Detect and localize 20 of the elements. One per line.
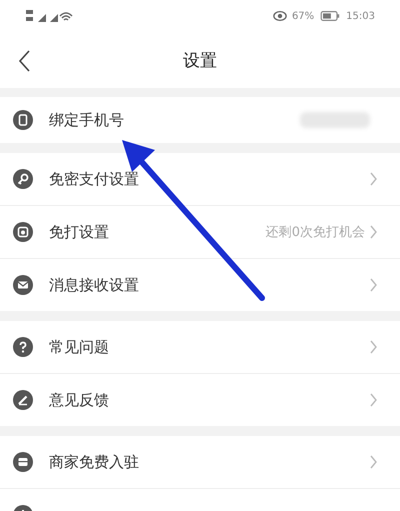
camera-icon: [13, 222, 33, 242]
help-icon: [13, 337, 33, 357]
settings-item[interactable]: 常见问题: [0, 321, 400, 374]
item-value: 还剩0次免打机会: [266, 224, 365, 241]
settings-item[interactable]: 免打设置 还剩0次免打机会: [0, 206, 400, 259]
back-icon: [17, 49, 31, 73]
eye-icon: [272, 9, 287, 23]
settings-item[interactable]: 意见反馈: [0, 374, 400, 426]
settings-item[interactable]: 消息接收设置: [0, 259, 400, 311]
phone-icon: [13, 110, 33, 130]
clock: 15:03: [346, 10, 375, 22]
page-title: 设置: [183, 50, 217, 72]
battery-percent: 67%: [292, 10, 314, 22]
signal-icon: [26, 8, 74, 24]
pen-icon: [13, 390, 33, 410]
key-icon: [13, 169, 33, 189]
settings-item[interactable]: 绑定手机号: [0, 97, 400, 143]
battery-icon: [319, 9, 342, 23]
envelope-icon: [13, 275, 33, 295]
settings-item[interactable]: 商家免费入驻: [0, 436, 400, 489]
